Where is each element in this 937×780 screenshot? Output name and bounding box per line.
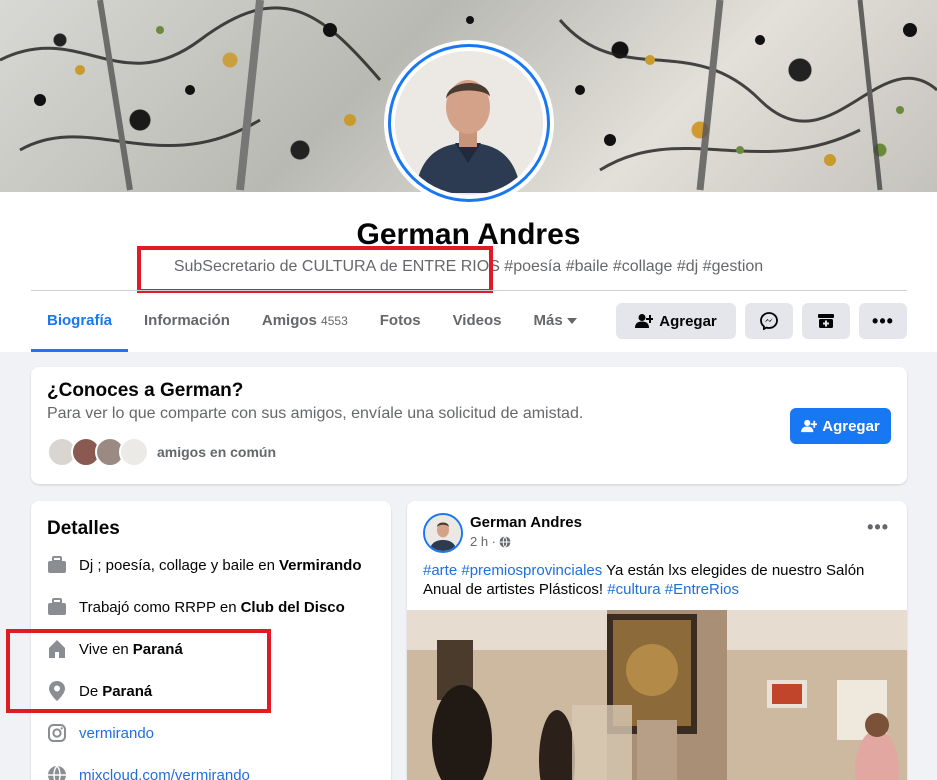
add-friend-icon	[635, 314, 654, 328]
box-plus-icon	[818, 314, 834, 328]
post-text: #arte #premiosprovinciales Ya están lxs …	[423, 562, 865, 598]
messenger-icon	[760, 312, 778, 330]
instagram-link[interactable]: vermirando	[79, 725, 154, 742]
post-photo[interactable]	[407, 610, 907, 780]
add-friend-icon	[801, 419, 818, 433]
follow-button[interactable]	[802, 303, 850, 339]
post-author-avatar[interactable]	[423, 513, 463, 553]
know-card: ¿Conoces a German? Para ver lo que compa…	[31, 367, 907, 484]
globe-icon	[499, 535, 511, 548]
profile-actions: Agregar •••	[616, 303, 907, 339]
detail-work-1: Dj ; poesía, collage y baile en Vermirand…	[47, 555, 361, 575]
detail-instagram: vermirando	[47, 723, 154, 743]
instagram-icon	[47, 723, 67, 743]
add-friend-button-primary[interactable]: Agregar	[790, 408, 891, 444]
friends-count: 4553	[321, 314, 348, 328]
ellipsis-icon: •••	[872, 310, 894, 331]
briefcase-icon	[47, 555, 67, 575]
globe-icon	[47, 765, 67, 780]
tab-informacion[interactable]: Información	[128, 300, 246, 352]
header-divider	[31, 290, 907, 291]
tab-mas[interactable]: Más	[518, 300, 593, 352]
profile-avatar[interactable]	[384, 40, 554, 206]
more-options-button[interactable]: •••	[859, 303, 907, 339]
know-subtitle: Para ver lo que comparte con sus amigos,…	[47, 405, 584, 422]
post-card: German Andres 2 h · ••• #arte #premiospr…	[407, 501, 907, 780]
caret-down-icon	[566, 318, 577, 325]
post-hashtags-start[interactable]: #arte #premiosprovinciales	[423, 562, 602, 579]
mixcloud-link[interactable]: mixcloud.com/vermirando	[79, 767, 250, 780]
tab-amigos[interactable]: Amigos 4553	[246, 300, 364, 352]
mutual-friends[interactable]: amigos en común	[47, 437, 276, 467]
highlight-box-bio	[137, 246, 493, 293]
post-options-icon[interactable]: •••	[867, 517, 889, 538]
tab-fotos[interactable]: Fotos	[364, 300, 437, 352]
tab-videos[interactable]: Videos	[437, 300, 518, 352]
highlight-box-location	[6, 629, 271, 713]
post-timestamp[interactable]: 2 h ·	[470, 534, 511, 549]
details-title: Detalles	[47, 518, 120, 539]
post-author-name[interactable]: German Andres	[470, 514, 582, 531]
bio-hashtags: #poesía #baile #collage #dj #gestion	[499, 258, 764, 275]
mutual-friends-label: amigos en común	[157, 444, 277, 460]
briefcase-icon	[47, 597, 67, 617]
message-button[interactable]	[745, 303, 793, 339]
tab-biografia[interactable]: Biografía	[31, 300, 129, 352]
detail-work-2: Trabajó como RRPP en Club del Disco	[47, 597, 345, 617]
detail-website: mixcloud.com/vermirando	[47, 765, 250, 780]
know-title: ¿Conoces a German?	[47, 380, 244, 401]
profile-tabs: Biografía Información Amigos 4553 Fotos …	[31, 300, 593, 352]
add-friend-button[interactable]: Agregar	[616, 303, 736, 339]
avatar[interactable]	[119, 437, 149, 467]
post-hashtags-end[interactable]: #cultura #EntreRios	[607, 581, 739, 598]
